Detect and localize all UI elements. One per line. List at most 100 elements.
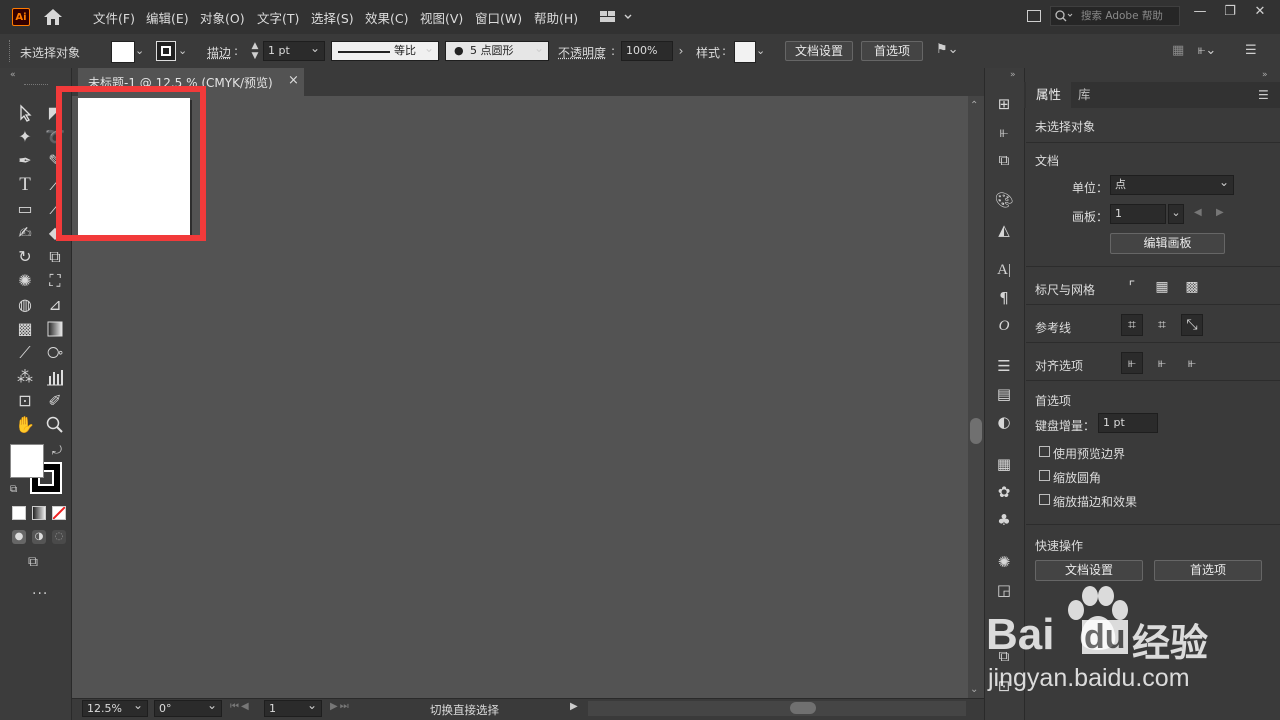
canvas[interactable]: [72, 96, 968, 698]
stroke-stepper[interactable]: ▲ ▼: [248, 41, 262, 61]
rectangle-tool-icon[interactable]: ▭: [14, 198, 36, 220]
panel-menu-icon[interactable]: ☰: [1245, 43, 1259, 58]
blend-tool-icon[interactable]: ⧂: [44, 342, 66, 364]
artboard-field[interactable]: 1: [1110, 204, 1166, 224]
workspace-switcher-icon[interactable]: [600, 10, 634, 24]
character-panel-icon[interactable]: A|: [993, 260, 1015, 280]
none-mode-icon[interactable]: [52, 506, 66, 520]
variable-width-profile[interactable]: 等比: [331, 39, 439, 61]
artboard-number-field[interactable]: 1: [264, 698, 322, 717]
opacity-label[interactable]: 不透明度: [558, 44, 606, 61]
transparency-panel-icon[interactable]: ◐: [993, 412, 1015, 432]
next-last-artboard-icon[interactable]: ▶⏭: [330, 701, 351, 712]
graphic-styles-panel-icon[interactable]: ◲: [993, 580, 1015, 600]
gradient-panel-icon[interactable]: ▤: [993, 384, 1015, 404]
stroke-swatch[interactable]: [156, 41, 176, 61]
opacity-field[interactable]: 100%: [621, 41, 673, 61]
default-colors-icon[interactable]: ⧉: [10, 484, 17, 495]
pathfinder-icon[interactable]: ⧉: [993, 150, 1015, 170]
color-mode-icon[interactable]: [12, 506, 26, 520]
gradient-tool-icon[interactable]: [44, 318, 66, 340]
warp-tool-icon[interactable]: ✺: [14, 270, 36, 292]
fill-color-box-front[interactable]: [10, 444, 44, 478]
horizontal-scrollbar[interactable]: [588, 701, 966, 716]
transparency-grid-icon[interactable]: ▩: [1181, 276, 1203, 298]
screen-mode-icon[interactable]: ⧉: [28, 554, 50, 572]
menu-type[interactable]: 文字(T): [257, 8, 299, 27]
ruler-icon[interactable]: ⌜: [1121, 276, 1143, 298]
toolbar-grip[interactable]: [24, 84, 48, 87]
gradient-mode-icon[interactable]: [32, 506, 46, 520]
transform-panel-icon[interactable]: ⊞: [993, 94, 1015, 114]
menu-window[interactable]: 窗口(W): [475, 8, 522, 27]
grid-icon[interactable]: ▦: [1151, 276, 1173, 298]
opentype-panel-icon[interactable]: O: [993, 316, 1015, 336]
type-tool-icon[interactable]: T: [14, 174, 36, 196]
scale-tool-icon[interactable]: ⧉: [44, 246, 66, 268]
collapse-dock-icon[interactable]: »: [1010, 70, 1016, 80]
color-guide-icon[interactable]: ◭: [993, 220, 1015, 240]
fill-swatch[interactable]: [111, 41, 135, 63]
align-options-icon[interactable]: ⫦⌄: [1198, 43, 1226, 58]
swatches-panel-icon[interactable]: ▦: [993, 454, 1015, 474]
minimize-button[interactable]: —: [1190, 4, 1210, 20]
perspective-grid-icon[interactable]: ⊿: [44, 294, 66, 316]
tab-libraries[interactable]: 库: [1068, 82, 1101, 108]
prev-artboard-icon[interactable]: ◀: [1194, 207, 1202, 218]
brush-definition[interactable]: ● 5 点圆形: [445, 39, 549, 61]
pen-tool-icon[interactable]: ✒: [14, 150, 36, 172]
menu-file[interactable]: 文件(F): [93, 8, 135, 27]
tab-properties[interactable]: 属性: [1026, 82, 1072, 108]
swap-colors-icon[interactable]: ⤾: [52, 443, 62, 458]
column-graph-icon[interactable]: [44, 366, 66, 388]
menu-object[interactable]: 对象(O): [200, 8, 245, 27]
shape-builder-icon[interactable]: ◍: [14, 294, 36, 316]
zoom-level-field[interactable]: 12.5%: [82, 698, 148, 717]
menu-edit[interactable]: 编辑(E): [146, 8, 189, 27]
collapse-toolbar-icon[interactable]: «: [10, 70, 16, 80]
quick-document-setup-button[interactable]: 文档设置: [1035, 560, 1143, 581]
zoom-tool-icon[interactable]: [44, 414, 66, 436]
color-panel-icon[interactable]: 🎨︎: [993, 190, 1015, 210]
artboard-tool-icon[interactable]: ⊡: [14, 390, 36, 412]
stroke-weight-field[interactable]: 1 pt: [263, 39, 325, 61]
opacity-arrow-icon[interactable]: ›: [674, 41, 688, 61]
free-transform-icon[interactable]: ⛶: [44, 270, 66, 292]
units-dropdown[interactable]: 点: [1110, 173, 1234, 195]
edit-artboards-button[interactable]: 编辑画板: [1110, 233, 1225, 254]
vertical-scrollbar[interactable]: [968, 96, 984, 698]
shaper-tool-icon[interactable]: ✍: [14, 222, 36, 244]
keyboard-increment-field[interactable]: 1 pt: [1098, 413, 1158, 433]
eyedropper-icon[interactable]: ⟋: [14, 342, 36, 364]
graphic-style-swatch[interactable]: [734, 41, 756, 63]
style-dropdown-icon[interactable]: ⌄: [756, 41, 770, 61]
snap-to-grid-icon[interactable]: ⫦: [1151, 352, 1173, 374]
panel-options-icon[interactable]: ☰: [1258, 88, 1269, 102]
scale-strokes-checkbox[interactable]: [1039, 494, 1050, 505]
stroke-label[interactable]: 描边: [207, 44, 231, 61]
scroll-up-icon[interactable]: ⌃: [970, 100, 978, 111]
stroke-dropdown-icon[interactable]: ⌄: [178, 41, 192, 61]
lock-guides-icon[interactable]: ⌗: [1151, 314, 1173, 336]
close-tab-icon[interactable]: ×: [288, 73, 299, 88]
artboard-dropdown-icon[interactable]: ⌄: [1168, 204, 1184, 224]
menu-select[interactable]: 选择(S): [311, 8, 354, 27]
status-menu-icon[interactable]: ▶: [570, 701, 578, 712]
close-window-button[interactable]: ✕: [1250, 4, 1270, 20]
symbol-sprayer-icon[interactable]: ⁂: [14, 366, 36, 388]
menu-view[interactable]: 视图(V): [420, 8, 463, 27]
scale-corners-checkbox[interactable]: [1039, 470, 1050, 481]
show-guides-icon[interactable]: ⌗: [1121, 314, 1143, 336]
smart-guides-icon[interactable]: ⤡: [1181, 314, 1203, 336]
menu-help[interactable]: 帮助(H): [534, 8, 578, 27]
brushes-panel-icon[interactable]: ✿: [993, 482, 1015, 502]
align-panel-icon[interactable]: ▦: [1172, 43, 1186, 58]
symbols-panel-icon[interactable]: ♣: [993, 510, 1015, 530]
paragraph-panel-icon[interactable]: ¶: [993, 288, 1015, 308]
scroll-down-icon[interactable]: ⌄: [970, 684, 978, 695]
selection-tool-icon[interactable]: [14, 102, 36, 124]
draw-inside-icon[interactable]: ◌: [52, 530, 66, 544]
next-artboard-icon[interactable]: ▶: [1216, 207, 1224, 218]
fill-dropdown-icon[interactable]: ⌄: [135, 41, 149, 61]
hand-tool-icon[interactable]: ✋: [14, 414, 36, 436]
